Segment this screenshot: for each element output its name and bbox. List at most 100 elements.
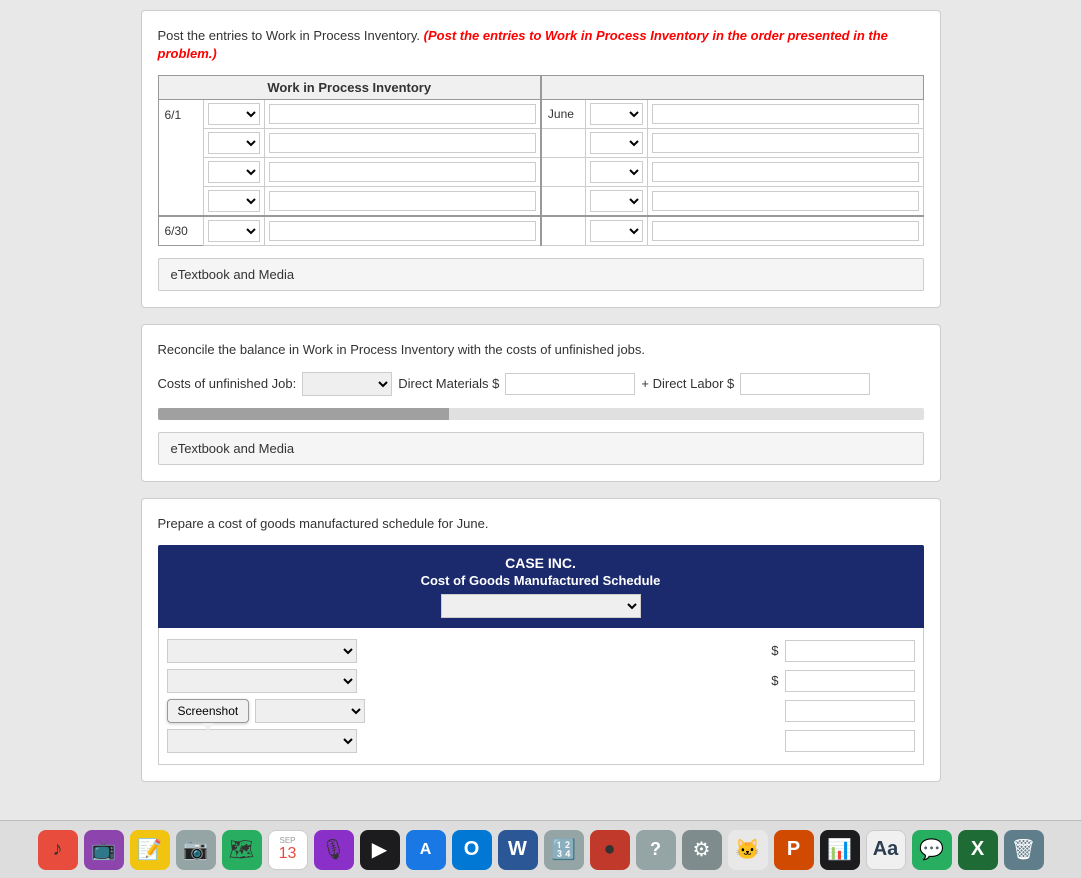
reconcile-progress-bar <box>158 408 924 420</box>
wip-select-right-3[interactable] <box>590 161 643 183</box>
wip-select-right-630[interactable] <box>590 220 643 242</box>
wip-input-right-3[interactable] <box>652 162 918 182</box>
wip-select-cell-right-3 <box>586 158 648 187</box>
dock-appletv[interactable]: ▶ <box>360 830 400 870</box>
wip-date-3 <box>158 158 203 187</box>
costs-unfinished-label: Costs of unfinished Job: <box>158 376 297 391</box>
dock-help[interactable]: ? <box>636 830 676 870</box>
reconcile-label: Reconcile the balance in Work in Process… <box>158 341 924 359</box>
cogm-select-3[interactable] <box>255 699 365 723</box>
direct-materials-input[interactable] <box>505 373 635 395</box>
wip-month-4 <box>541 187 586 217</box>
cogm-input-4[interactable] <box>785 730 915 752</box>
dock-camera[interactable]: 📷 <box>176 830 216 870</box>
tooltip-arrow <box>202 723 214 731</box>
wip-table-header-right <box>541 76 923 100</box>
cogm-input-2[interactable] <box>785 670 915 692</box>
cogm-subtitle: Cost of Goods Manufactured Schedule <box>166 573 916 588</box>
direct-materials-label: Direct Materials $ <box>398 376 499 391</box>
wip-input-630[interactable] <box>269 221 536 241</box>
cogm-header: CASE INC. Cost of Goods Manufactured Sch… <box>158 545 924 628</box>
wip-label-normal: Post the entries to Work in Process Inve… <box>158 28 421 43</box>
wip-row-630: 6/30 <box>158 216 923 246</box>
wip-select-630[interactable] <box>208 220 261 242</box>
wip-select-right-2[interactable] <box>590 132 643 154</box>
wip-input-right-2[interactable] <box>652 133 918 153</box>
cogm-row-2: $ <box>159 666 923 696</box>
cogm-header-dropdown[interactable] <box>441 594 641 618</box>
screenshot-tooltip: Screenshot <box>167 699 250 723</box>
cogm-row-4 <box>159 726 923 756</box>
wip-etextbook-button[interactable]: eTextbook and Media <box>158 258 924 291</box>
wip-select-cell-right-2 <box>586 129 648 158</box>
dock-powerpoint[interactable]: P <box>774 830 814 870</box>
dock-appstore[interactable]: A <box>406 830 446 870</box>
dock-messages[interactable]: 💬 <box>912 830 952 870</box>
cogm-select-2[interactable] <box>167 669 357 693</box>
dock-twitch[interactable]: 📺 <box>84 830 124 870</box>
wip-input-cell-right-4 <box>648 187 923 217</box>
wip-month-2 <box>541 129 586 158</box>
direct-labor-input[interactable] <box>740 373 870 395</box>
dock-music[interactable]: ♪ <box>38 830 78 870</box>
dock-calendar[interactable]: SEP 13 <box>268 830 308 870</box>
cogm-input-3[interactable] <box>785 700 915 722</box>
cogm-body: $ $ Screenshot <box>158 628 924 765</box>
reconcile-row: Costs of unfinished Job: Direct Material… <box>158 372 924 396</box>
wip-month-3 <box>541 158 586 187</box>
dock-podcasts[interactable]: 🎙 <box>314 830 354 870</box>
wip-input-cell-630 <box>265 216 541 246</box>
wip-date-1: 6/1 <box>158 100 203 129</box>
wip-input-4[interactable] <box>269 191 536 211</box>
dock-calculator[interactable]: 🔢 <box>544 830 584 870</box>
dock-trash[interactable]: 🗑 <box>1004 830 1044 870</box>
screenshot-button[interactable]: Screenshot <box>167 699 250 723</box>
wip-month-630 <box>541 216 586 246</box>
wip-select-3[interactable] <box>208 161 261 183</box>
wip-select-cell-right-630 <box>586 216 648 246</box>
dock-dict[interactable]: Aa <box>866 830 906 870</box>
cogm-select-1[interactable] <box>167 639 357 663</box>
dock-notes[interactable]: 📝 <box>130 830 170 870</box>
wip-month-1: June <box>541 100 586 129</box>
cogm-input-1[interactable] <box>785 640 915 662</box>
wip-input-3[interactable] <box>269 162 536 182</box>
wip-input-right-4[interactable] <box>652 191 918 211</box>
wip-input-cell-right-630 <box>648 216 923 246</box>
wip-select-cell-right-4 <box>586 187 648 217</box>
wip-label: Post the entries to Work in Process Inve… <box>158 27 924 63</box>
dock-excel[interactable]: X <box>958 830 998 870</box>
dock-sysprefs[interactable]: ⚙ <box>682 830 722 870</box>
dock-outlook[interactable]: O <box>452 830 492 870</box>
wip-input-cell-4 <box>265 187 541 217</box>
reconcile-etextbook-button[interactable]: eTextbook and Media <box>158 432 924 465</box>
wip-input-cell-3 <box>265 158 541 187</box>
dock-activity[interactable]: 📊 <box>820 830 860 870</box>
wip-input-right-1[interactable] <box>652 104 918 124</box>
cogm-select-4[interactable] <box>167 729 357 753</box>
dock-cat[interactable]: 🐱 <box>728 830 768 870</box>
wip-select-cell-1 <box>203 100 265 129</box>
wip-input-cell-2 <box>265 129 541 158</box>
wip-input-1[interactable] <box>269 104 536 124</box>
dock-redsphere[interactable]: ● <box>590 830 630 870</box>
wip-select-cell-2 <box>203 129 265 158</box>
wip-date-2 <box>158 129 203 158</box>
dock-word[interactable]: W <box>498 830 538 870</box>
wip-select-4[interactable] <box>208 190 261 212</box>
cogm-label: Prepare a cost of goods manufactured sch… <box>158 515 924 533</box>
dock-bar: ♪ 📺 📝 📷 🗺 SEP 13 🎙 ▶ A O W 🔢 ● ? ⚙ 🐱 P 📊… <box>0 820 1081 878</box>
wip-select-cell-right-1 <box>586 100 648 129</box>
wip-select-1[interactable] <box>208 103 261 125</box>
wip-select-2[interactable] <box>208 132 261 154</box>
wip-input-cell-right-1 <box>648 100 923 129</box>
cogm-dollar-2: $ <box>771 673 778 688</box>
unfinished-job-select[interactable] <box>302 372 392 396</box>
wip-input-right-630[interactable] <box>652 221 918 241</box>
cogm-dollar-1: $ <box>771 643 778 658</box>
wip-select-right-4[interactable] <box>590 190 643 212</box>
wip-input-2[interactable] <box>269 133 536 153</box>
reconcile-section: Reconcile the balance in Work in Process… <box>141 324 941 481</box>
wip-select-right-1[interactable] <box>590 103 643 125</box>
dock-maps[interactable]: 🗺 <box>222 830 262 870</box>
